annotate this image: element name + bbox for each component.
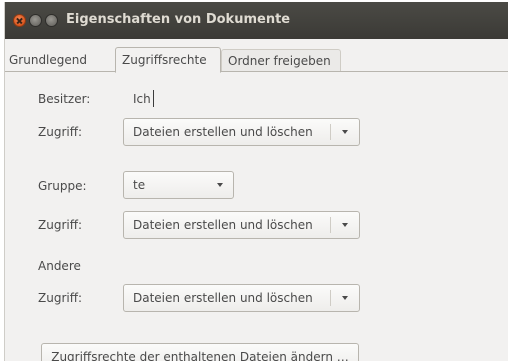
text-cursor xyxy=(153,90,154,107)
tab-bar: Grundlegend Zugriffsrechte Ordner freige… xyxy=(5,39,508,73)
maximize-icon[interactable] xyxy=(45,14,58,27)
tab-zugriffsrechte[interactable]: Zugriffsrechte xyxy=(115,47,221,73)
window-title: Eigenschaften von Dokumente xyxy=(66,12,291,27)
chevron-down-icon xyxy=(342,223,348,227)
others-label: Andere xyxy=(38,259,81,273)
group-access-select[interactable]: Dateien erstellen und löschen xyxy=(123,211,360,239)
combo-separator xyxy=(330,290,331,306)
tab-ordner-freigeben[interactable]: Ordner freigeben xyxy=(221,49,341,71)
group-label: Gruppe: xyxy=(38,179,87,193)
owner-label: Besitzer: xyxy=(38,92,91,106)
combo-separator xyxy=(330,217,331,233)
titlebar[interactable]: Eigenschaften von Dokumente xyxy=(5,2,508,39)
owner-access-value: Dateien erstellen und löschen xyxy=(133,125,313,139)
owner-access-label: Zugriff: xyxy=(38,125,83,139)
group-access-value: Dateien erstellen und löschen xyxy=(133,218,313,232)
close-icon[interactable] xyxy=(13,14,26,27)
others-access-value: Dateien erstellen und löschen xyxy=(133,291,313,305)
apply-permissions-button[interactable]: Zugriffsrechte der enthaltenen Dateien ä… xyxy=(41,343,359,361)
window-content: Grundlegend Zugriffsrechte Ordner freige… xyxy=(5,39,508,361)
permissions-panel: Besitzer: Ich Zugriff: Dateien erstellen… xyxy=(5,72,508,361)
chevron-down-icon xyxy=(342,296,348,300)
group-value: te xyxy=(133,178,146,192)
owner-value: Ich xyxy=(133,92,151,106)
others-access-label: Zugriff: xyxy=(38,291,83,305)
combo-separator xyxy=(330,124,331,140)
owner-access-select[interactable]: Dateien erstellen und löschen xyxy=(123,118,360,146)
group-access-label: Zugriff: xyxy=(38,218,83,232)
minimize-icon[interactable] xyxy=(29,14,42,27)
chevron-down-icon xyxy=(342,130,348,134)
chevron-down-icon xyxy=(217,183,223,187)
properties-window: Eigenschaften von Dokumente Grundlegend … xyxy=(4,2,508,361)
others-access-select[interactable]: Dateien erstellen und löschen xyxy=(123,284,360,312)
tab-grundlegend[interactable]: Grundlegend xyxy=(5,49,115,71)
group-select[interactable]: te xyxy=(123,171,234,199)
